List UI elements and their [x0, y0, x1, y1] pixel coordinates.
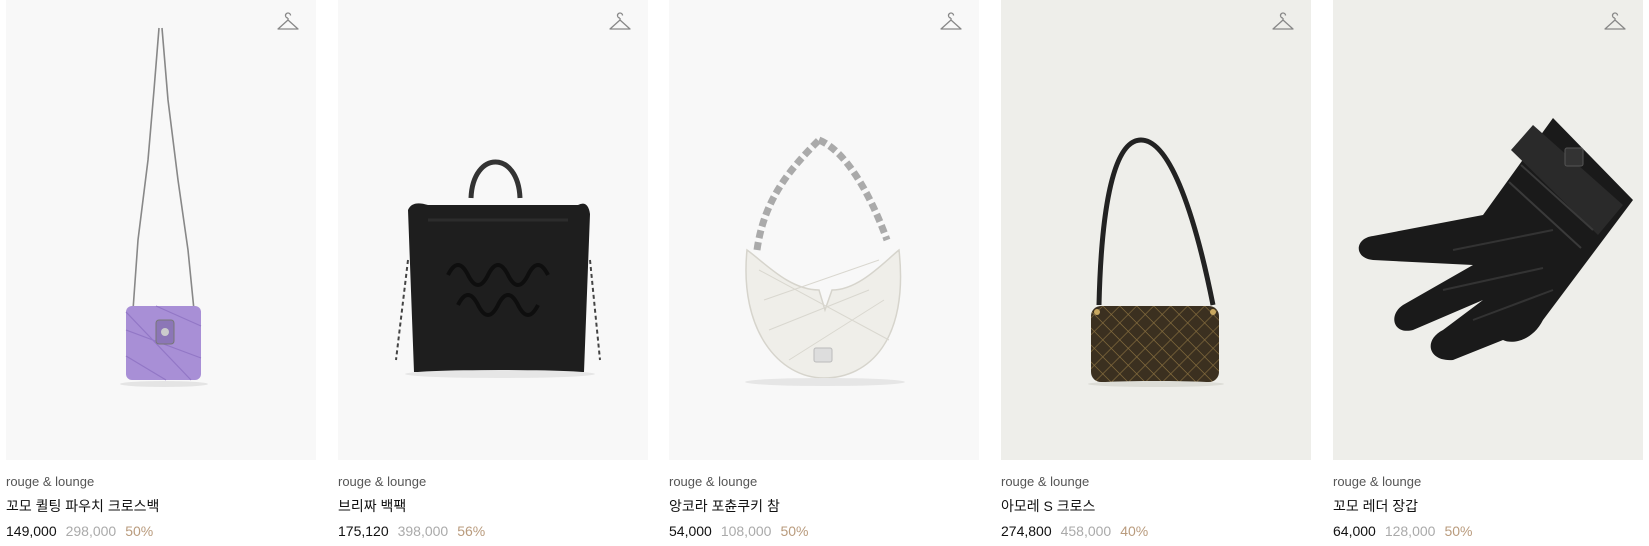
- product-image[interactable]: [6, 0, 316, 460]
- product-name[interactable]: 꼬모 레더 장갑: [1333, 496, 1643, 516]
- product-brand[interactable]: rouge & lounge: [338, 473, 648, 491]
- lavender-bag-image: [120, 27, 208, 387]
- hanger-icon[interactable]: [276, 12, 300, 34]
- sale-price: 274,800: [1001, 523, 1052, 539]
- product-brand[interactable]: rouge & lounge: [669, 473, 979, 491]
- sale-price: 64,000: [1333, 523, 1376, 539]
- hanger-icon[interactable]: [608, 12, 632, 34]
- discount-rate: 50%: [780, 523, 809, 539]
- original-price: 458,000: [1060, 523, 1112, 539]
- product-name[interactable]: 아모레 S 크로스: [1001, 496, 1311, 516]
- original-price: 128,000: [1384, 523, 1436, 539]
- product-brand[interactable]: rouge & lounge: [1333, 473, 1643, 491]
- price-row: 54,000 108,000 50%: [669, 521, 979, 541]
- original-price: 398,000: [397, 523, 449, 539]
- price-row: 175,120 398,000 56%: [338, 521, 648, 541]
- black-gloves-image: [1358, 118, 1633, 361]
- product-image[interactable]: [669, 0, 979, 460]
- sale-price: 149,000: [6, 523, 57, 539]
- product-image[interactable]: [1001, 0, 1311, 460]
- hanger-icon[interactable]: [1271, 12, 1295, 34]
- sale-price: 175,120: [338, 523, 389, 539]
- price-row: 149,000 298,000 50%: [6, 521, 316, 541]
- product-brand[interactable]: rouge & lounge: [1001, 473, 1311, 491]
- product-brand[interactable]: rouge & lounge: [6, 473, 316, 491]
- brown-bag-image: [1088, 137, 1224, 387]
- product-card[interactable]: rouge & lounge 꼬모 퀼팅 파우치 크로스백 149,000 298…: [6, 0, 316, 541]
- original-price: 108,000: [720, 523, 772, 539]
- product-image[interactable]: [1333, 0, 1643, 460]
- price-row: 64,000 128,000 50%: [1333, 521, 1643, 541]
- product-name[interactable]: 앙코라 포츈쿠키 참: [669, 496, 979, 516]
- black-backpack-image: [395, 159, 601, 378]
- sale-price: 54,000: [669, 523, 712, 539]
- discount-rate: 56%: [457, 523, 486, 539]
- product-card[interactable]: rouge & lounge 브리짜 백팩 175,120 398,000 56%: [338, 0, 648, 541]
- discount-rate: 50%: [1444, 523, 1473, 539]
- product-name[interactable]: 꼬모 퀼팅 파우치 크로스백: [6, 496, 316, 516]
- product-name[interactable]: 브리짜 백팩: [338, 496, 648, 516]
- original-price: 298,000: [65, 523, 117, 539]
- discount-rate: 50%: [125, 523, 154, 539]
- product-image[interactable]: [338, 0, 648, 460]
- white-bag-image: [745, 136, 905, 386]
- product-card[interactable]: rouge & lounge 아모레 S 크로스 274,800 458,000 4…: [1001, 0, 1311, 541]
- product-card[interactable]: rouge & lounge 꼬모 레더 장갑 64,000 128,000 50%: [1333, 0, 1643, 541]
- hanger-icon[interactable]: [1603, 12, 1627, 34]
- hanger-icon[interactable]: [939, 12, 963, 34]
- discount-rate: 40%: [1120, 523, 1149, 539]
- product-grid: rouge & lounge 꼬모 퀼팅 파우치 크로스백 149,000 298…: [0, 0, 1649, 546]
- product-card[interactable]: rouge & lounge 앙코라 포츈쿠키 참 54,000 108,000 5…: [669, 0, 979, 541]
- price-row: 274,800 458,000 40%: [1001, 521, 1311, 541]
